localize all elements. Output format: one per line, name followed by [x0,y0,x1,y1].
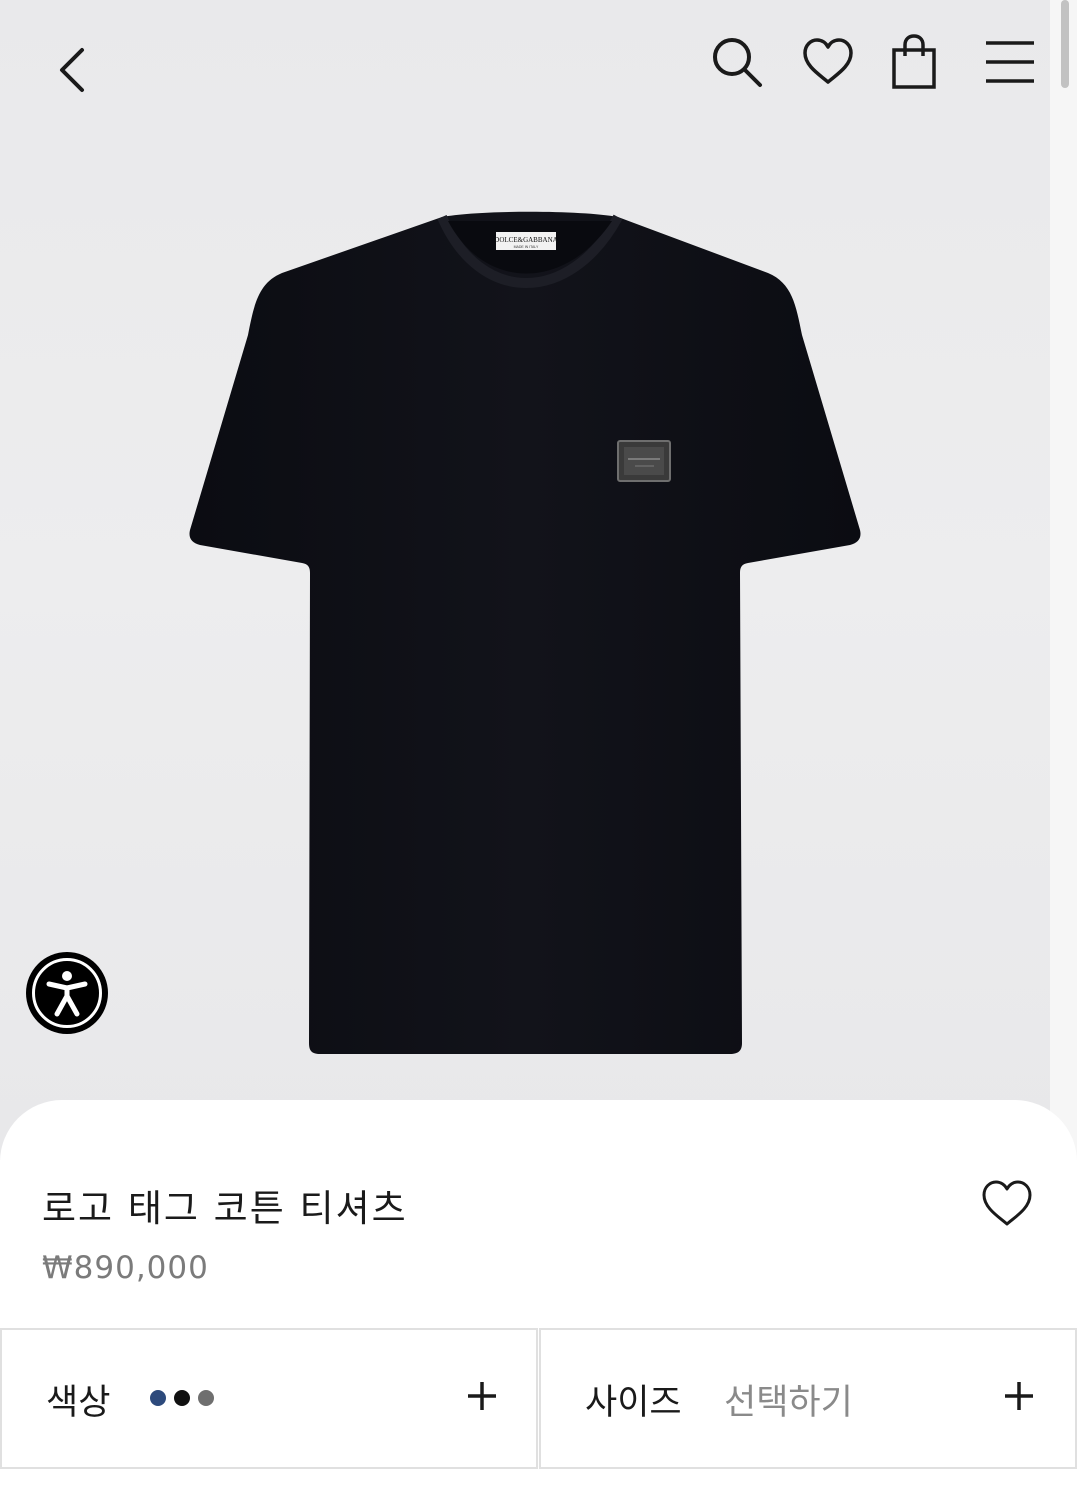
back-arrow-icon [60,48,84,92]
size-label: 사이즈 [585,1383,682,1423]
wishlist-button[interactable] [796,30,860,94]
brand-label-text: DOLCE&GABBANA [494,236,557,244]
product-detail-page: DOLCE&GABBANA MADE IN ITALY 로고 태그 코튼 티셔츠… [0,0,1077,1500]
color-selector[interactable]: 색상 [0,1328,538,1469]
size-value: 선택하기 [724,1383,853,1423]
accessibility-ring [32,958,102,1028]
color-swatch[interactable] [150,1390,166,1406]
product-title: 로고 태그 코튼 티셔츠 [42,1187,408,1230]
hamburger-menu-icon [986,41,1034,83]
size-selector[interactable]: 사이즈 선택하기 [539,1328,1077,1469]
brand-label-subtext: MADE IN ITALY [514,245,539,249]
plus-icon[interactable] [999,1376,1039,1416]
heart-icon [803,38,853,84]
plus-icon[interactable] [462,1376,502,1416]
product-wishlist-button[interactable] [976,1174,1038,1234]
color-swatches [150,1390,214,1406]
menu-button[interactable] [978,30,1042,94]
search-icon [713,38,762,87]
shopping-bag-button[interactable] [882,30,946,94]
scrollbar-thumb[interactable] [1061,0,1069,88]
product-price: ₩890,000 [42,1250,209,1286]
shopping-bag-icon [892,34,936,89]
color-label: 색상 [46,1383,111,1423]
search-button[interactable] [704,30,770,94]
back-button[interactable] [40,36,104,104]
accessibility-button[interactable] [26,952,108,1034]
product-image[interactable]: DOLCE&GABBANA MADE IN ITALY [180,205,870,1065]
heart-icon [982,1180,1032,1226]
scrollbar-track[interactable] [1050,0,1077,1160]
color-swatch[interactable] [198,1390,214,1406]
color-swatch[interactable] [174,1390,190,1406]
